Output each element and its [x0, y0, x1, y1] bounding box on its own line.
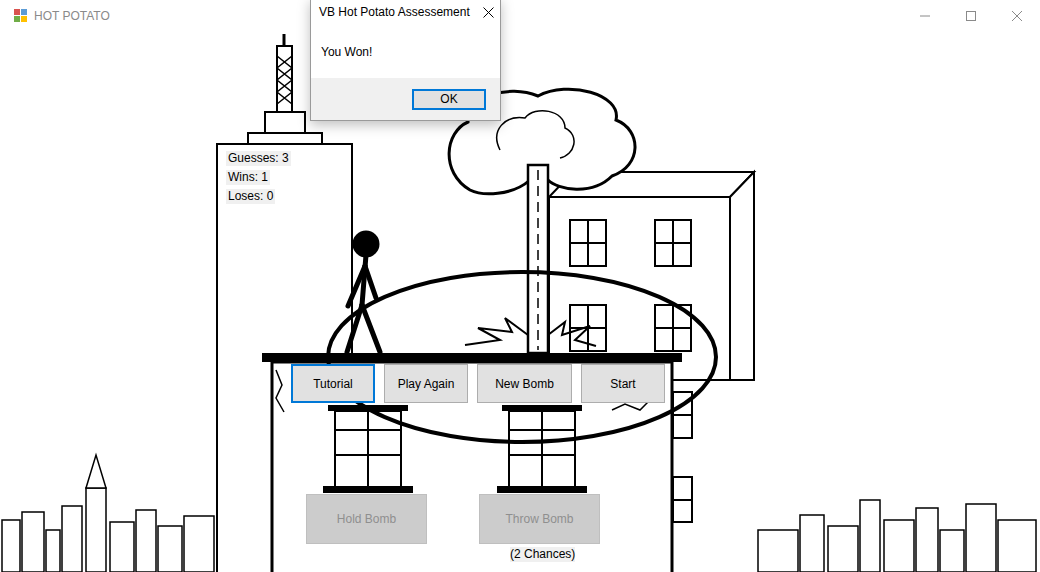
skyline-building	[966, 504, 996, 572]
building-window	[570, 220, 606, 266]
skyline-building	[22, 512, 44, 572]
explosion-spikes	[465, 318, 596, 346]
skyline-building	[2, 520, 20, 572]
minimize-icon	[920, 11, 930, 21]
action-button[interactable]: Hold Bomb	[306, 494, 427, 544]
spire-building	[86, 455, 106, 572]
skyline-building	[758, 530, 798, 572]
ok-button[interactable]: OK	[412, 89, 486, 110]
stat-label: Loses: 0	[226, 189, 275, 204]
maximize-button[interactable]	[948, 0, 994, 31]
dialog-title-bar: VB Hot Potato Assessement	[311, 0, 500, 21]
game-canvas: Guesses: 3 Wins: 1 Loses: 0 TutorialPlay Ag…	[0, 31, 1040, 572]
skyline-building	[62, 506, 82, 572]
action-buttons: Hold Bomb Throw Bomb	[306, 494, 600, 544]
stat-label: Guesses: 3	[226, 151, 291, 166]
skyline-building	[136, 510, 156, 572]
menu-buttons: TutorialPlay AgainNew BombStart	[291, 364, 665, 403]
close-button[interactable]	[994, 0, 1040, 31]
close-icon	[483, 7, 494, 18]
message-dialog: VB Hot Potato Assessement You Won! OK	[310, 0, 501, 121]
menu-button[interactable]: New Bomb	[477, 364, 572, 403]
skyline-building	[800, 515, 824, 572]
skyline-building	[46, 530, 60, 572]
window-title: HOT POTATO	[34, 9, 110, 23]
rooftop	[262, 353, 682, 362]
skyline-building	[828, 526, 858, 572]
title-bar: HOT POTATO	[0, 0, 1040, 31]
dialog-title: VB Hot Potato Assessement	[319, 5, 470, 19]
lower-window	[323, 405, 413, 493]
lower-window	[497, 405, 587, 493]
skyline-building	[998, 520, 1036, 572]
skyline-building	[158, 526, 182, 572]
skyline-building	[860, 500, 880, 572]
skyline-building	[110, 522, 134, 572]
building-window	[655, 220, 691, 266]
stick-figure	[347, 233, 380, 352]
dialog-message: You Won!	[311, 21, 500, 78]
dialog-close-button[interactable]	[483, 7, 494, 18]
close-icon	[1012, 11, 1022, 21]
chances-label: (2 Chances)	[510, 547, 575, 562]
minimize-button[interactable]	[902, 0, 948, 31]
lower-building	[272, 362, 692, 572]
menu-button[interactable]: Play Again	[384, 364, 468, 403]
game-window: HOT POTATO Guesses: 3 Wins: 1 Loses: 0 Tutor…	[0, 0, 1040, 572]
skyline-building	[884, 520, 914, 572]
window-controls	[902, 0, 1040, 31]
skyline-building	[940, 530, 964, 572]
menu-button[interactable]: Tutorial	[291, 364, 375, 403]
app-icon	[14, 9, 28, 23]
menu-button[interactable]: Start	[581, 364, 665, 403]
skyline-building	[916, 508, 938, 572]
stats-panel: Guesses: 3 Wins: 1 Loses: 0	[226, 151, 291, 204]
dialog-footer: OK	[311, 78, 500, 120]
skyline-building	[184, 516, 214, 572]
stat-label: Wins: 1	[226, 170, 270, 185]
city-scene	[0, 31, 1040, 572]
maximize-icon	[966, 11, 976, 21]
mushroom-cloud	[449, 89, 635, 353]
action-button[interactable]: Throw Bomb	[479, 494, 600, 544]
